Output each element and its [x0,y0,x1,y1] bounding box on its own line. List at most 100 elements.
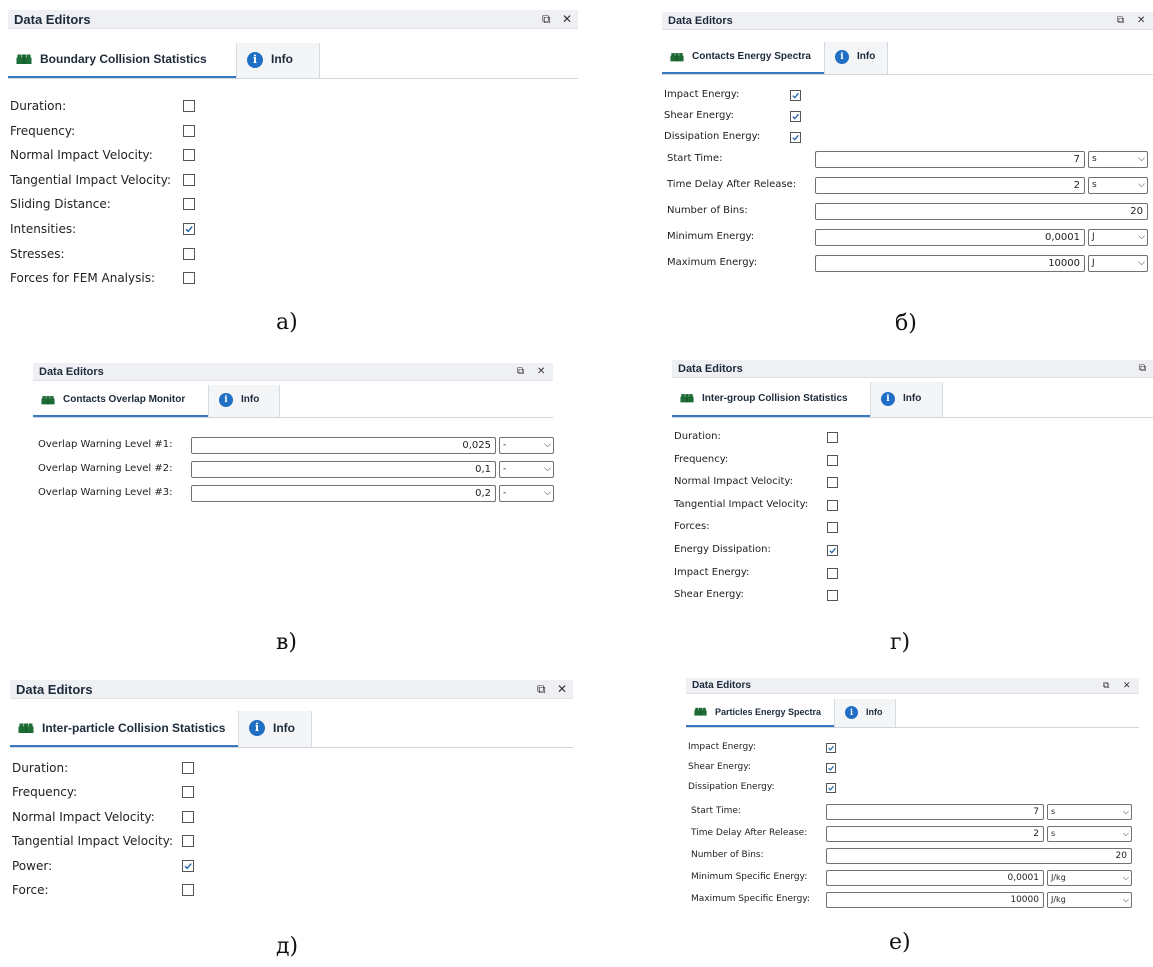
tab-main[interactable]: Contacts Overlap Monitor [33,385,208,417]
option-checkbox[interactable] [183,247,195,260]
unit-select[interactable]: J/kg ⌵ [1047,870,1132,886]
restore-window-icon[interactable]: ⧉ [517,363,524,381]
tab-strip: Inter-particle Collision Statistics i Info [10,711,573,748]
parameter-value-input[interactable]: 10000 [826,892,1044,908]
unit-select[interactable]: - ⌵ [499,485,554,502]
option-checkbox[interactable] [827,545,838,556]
option-checkbox[interactable] [182,884,194,896]
unit-select[interactable]: - ⌵ [499,437,554,454]
window-title-bar: Data Editors ⧉ ✕ [10,680,573,699]
option-checkbox[interactable] [826,763,836,773]
option-label: Intensities: [10,222,77,236]
tab-info-label: Info [866,707,883,717]
parameter-value-input[interactable]: 7 [826,804,1044,820]
parameter-value: 2 [1073,180,1080,191]
option-checkbox[interactable] [826,743,836,753]
unit-select[interactable]: - ⌵ [499,461,554,478]
tab-main-label: Contacts Energy Spectra [692,51,811,62]
restore-window-icon[interactable]: ⧉ [542,10,551,29]
tab-main[interactable]: Boundary Collision Statistics [8,43,236,78]
parameter-value-input[interactable]: 7 [815,151,1085,168]
option-checkbox[interactable] [827,499,838,511]
option-checkbox[interactable] [827,522,838,534]
option-label: Impact Energy: [664,89,740,100]
option-checkbox[interactable] [790,111,801,122]
tab-main-label: Contacts Overlap Monitor [63,394,186,405]
tab-main-label: Inter-group Collision Statistics [702,393,848,404]
restore-window-icon[interactable]: ⧉ [1117,12,1124,30]
window-title-bar: Data Editors ⧉ [672,360,1153,378]
option-checkbox[interactable] [826,783,836,793]
option-checkbox[interactable] [182,810,194,823]
unit-select[interactable]: J ⌵ [1088,229,1148,246]
parameter-value-input[interactable]: 0,025 [191,437,496,454]
option-label: Sliding Distance: [10,197,111,212]
option-row: Stresses: [8,247,578,262]
option-row: Shear Energy: [672,589,1153,603]
option-checkbox[interactable] [790,132,801,143]
unit-select[interactable]: s ⌵ [1088,151,1148,168]
tab-main[interactable]: Inter-particle Collision Statistics [10,711,238,747]
restore-window-icon[interactable]: ⧉ [1139,360,1146,378]
option-checkbox[interactable] [183,124,195,137]
unit-select[interactable]: J/kg ⌵ [1047,892,1132,908]
option-checkbox[interactable] [827,454,838,466]
option-checkbox[interactable] [182,859,194,872]
data-editor-panel-d: Data Editors ⧉ ✕ Inter-particle Collision S… [10,680,573,912]
restore-window-icon[interactable]: ⧉ [1103,678,1109,694]
option-checkbox[interactable] [827,567,838,579]
parameter-value-input[interactable]: 0,1 [191,461,496,478]
option-checkbox[interactable] [790,90,801,101]
close-window-icon[interactable]: ✕ [1137,12,1145,30]
tab-main[interactable]: Contacts Energy Spectra [662,42,824,74]
parameter-value-input[interactable]: 0,0001 [826,870,1044,886]
parameter-value: 7 [1073,154,1080,165]
option-checkbox[interactable] [183,173,195,186]
option-checkbox[interactable] [827,590,838,602]
tab-info[interactable]: i Info [236,43,320,78]
option-label: Tangential Impact Velocity: [10,172,172,187]
parameter-value-input[interactable]: 0,0001 [815,229,1085,246]
option-checkbox[interactable] [183,223,195,235]
chevron-down-icon: ⌵ [1122,895,1129,904]
close-window-icon[interactable]: ✕ [557,680,567,699]
unit-select[interactable]: s ⌵ [1047,826,1132,842]
tab-info[interactable]: i Info [834,699,896,727]
option-checkbox[interactable] [183,272,195,285]
unit-select[interactable]: s ⌵ [1088,177,1148,194]
info-icon: i [835,50,849,64]
bricks-icon [680,393,694,403]
tab-main[interactable]: Inter-group Collision Statistics [672,382,870,417]
option-checkbox[interactable] [182,786,194,799]
parameter-value: 0,0001 [1007,873,1040,883]
parameter-value-input[interactable]: 0,2 [191,485,496,502]
option-checkbox[interactable] [182,835,194,848]
parameter-value-input[interactable]: 10000 [815,255,1085,272]
option-checkbox[interactable] [183,100,195,112]
option-checkbox[interactable] [827,432,838,443]
close-window-icon[interactable]: ✕ [1123,678,1131,694]
close-window-icon[interactable]: ✕ [537,363,545,381]
parameter-label: Minimum Energy: [667,231,755,242]
close-window-icon[interactable]: ✕ [562,10,572,29]
tab-info[interactable]: i Info [208,385,280,417]
parameter-row: Number of Bins: 20 [662,203,1153,220]
parameter-value-input[interactable]: 20 [826,848,1132,864]
unit-select[interactable]: J ⌵ [1088,255,1148,272]
option-checkbox[interactable] [183,149,195,162]
tab-info[interactable]: i Info [238,711,312,747]
chevron-down-icon: ⌵ [1138,232,1145,242]
restore-window-icon[interactable]: ⧉ [537,680,546,699]
option-checkbox[interactable] [183,198,195,211]
tab-info[interactable]: i Info [824,42,888,74]
tab-main[interactable]: Particles Energy Spectra [686,699,834,727]
parameter-value-input[interactable]: 20 [815,203,1148,220]
parameter-value-input[interactable]: 2 [815,177,1085,194]
parameter-value-input[interactable]: 2 [826,826,1044,842]
bricks-icon [16,53,32,65]
option-checkbox[interactable] [827,477,838,489]
unit-select[interactable]: s ⌵ [1047,804,1132,820]
tab-strip: Boundary Collision Statistics i Info [8,43,578,79]
tab-info[interactable]: i Info [870,382,943,417]
option-checkbox[interactable] [182,762,194,774]
